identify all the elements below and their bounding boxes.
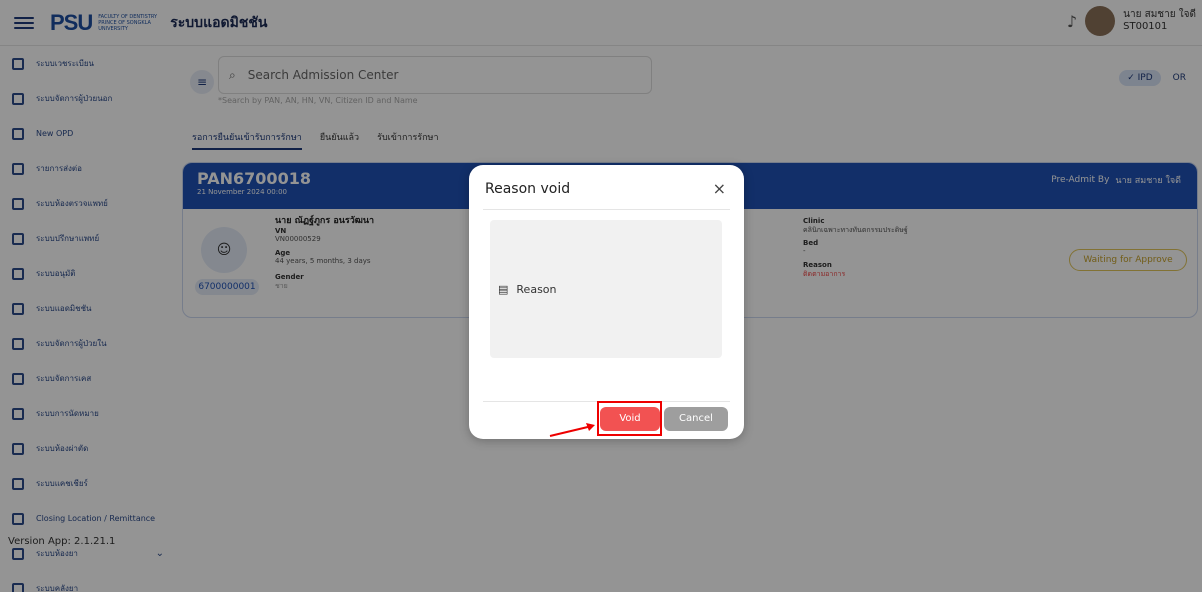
close-icon[interactable]: × bbox=[713, 179, 726, 198]
reason-void-dialog: Reason void × ▤ Reason Void Cancel bbox=[469, 165, 744, 439]
reason-placeholder: Reason bbox=[516, 282, 557, 296]
dialog-title: Reason void bbox=[485, 181, 571, 197]
reason-input[interactable]: ▤ Reason bbox=[490, 220, 722, 358]
highlight-box bbox=[597, 401, 662, 436]
note-icon: ▤ bbox=[498, 282, 509, 296]
divider bbox=[483, 209, 730, 210]
app-root: PSU FACULTY OF DENTISTRY PRINCE OF SONGK… bbox=[0, 0, 1202, 592]
arrow-icon bbox=[549, 423, 595, 437]
cancel-button[interactable]: Cancel bbox=[664, 407, 728, 431]
